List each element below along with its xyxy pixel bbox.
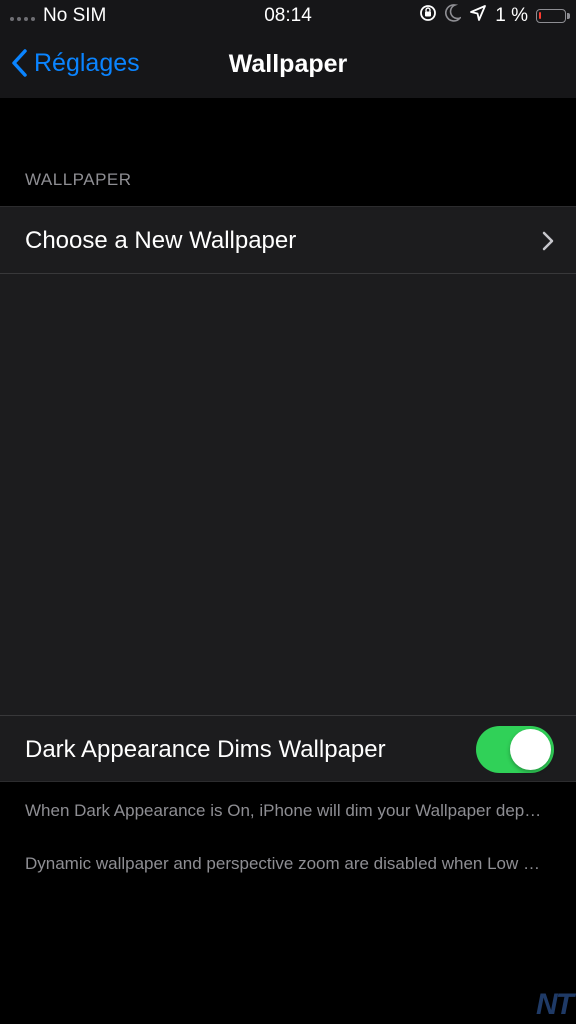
status-right: 1 % xyxy=(419,4,570,28)
watermark-logo: NT xyxy=(536,988,574,1021)
dark-appearance-dims-row: Dark Appearance Dims Wallpaper xyxy=(0,715,576,782)
dark-appearance-dims-toggle[interactable] xyxy=(476,726,554,773)
choose-wallpaper-label: Choose a New Wallpaper xyxy=(25,227,297,254)
toggle-knob xyxy=(510,729,551,770)
section-header: WALLPAPER xyxy=(25,170,132,189)
wallpaper-group: Choose a New Wallpaper Dark Appearance D… xyxy=(0,206,576,782)
footer-note-low-power: Dynamic wallpaper and perspective zoom a… xyxy=(25,854,550,873)
battery-icon xyxy=(536,9,570,23)
location-arrow-icon xyxy=(469,4,487,28)
settings-screen: No SIM 08:14 1 % Réglages Wallpaper WALL… xyxy=(0,0,576,1024)
status-bar: No SIM 08:14 1 % xyxy=(0,0,576,30)
choose-wallpaper-row[interactable]: Choose a New Wallpaper xyxy=(0,207,576,274)
battery-percent: 1 % xyxy=(495,5,528,26)
footer-note-dim: When Dark Appearance is On, iPhone will … xyxy=(25,801,550,820)
orientation-lock-icon xyxy=(419,4,437,28)
moon-icon xyxy=(445,4,463,28)
navigation-bar: Réglages Wallpaper xyxy=(0,30,576,98)
dark-appearance-dims-label: Dark Appearance Dims Wallpaper xyxy=(25,736,386,763)
chevron-right-icon xyxy=(542,231,554,256)
page-title: Wallpaper xyxy=(228,50,348,78)
battery-level xyxy=(539,12,541,19)
